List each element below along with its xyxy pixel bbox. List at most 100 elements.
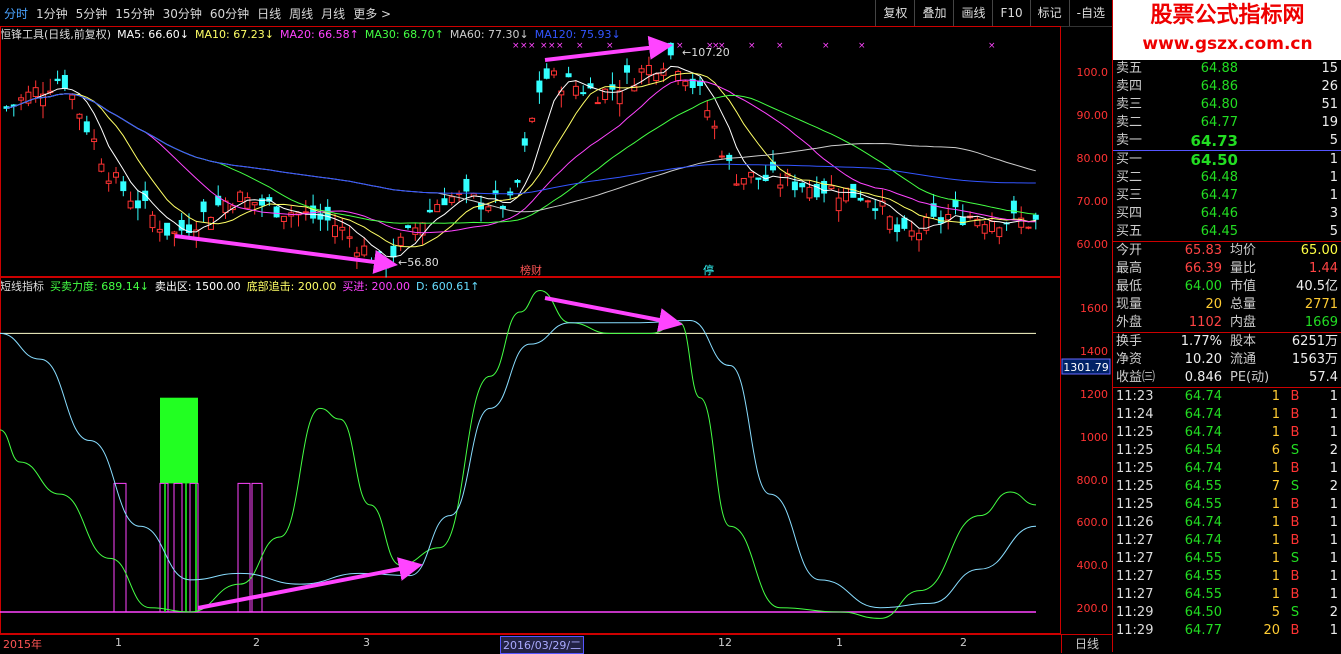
candle — [332, 225, 338, 238]
tick-volume: 1 — [1271, 587, 1280, 602]
period-tab-4[interactable]: 30分钟 — [159, 5, 206, 22]
x-marker: × — [718, 41, 726, 51]
tick-time: 11:23 — [1116, 389, 1154, 404]
tick-time: 11:25 — [1116, 443, 1154, 458]
tick-row[interactable]: 11:27 64.55 1 S 1 — [1113, 550, 1341, 568]
price-tick: 100.0 — [1077, 66, 1109, 79]
orderbook-row[interactable]: 卖三 64.80 51 — [1113, 96, 1341, 114]
toolbar-button-0[interactable]: 复权 — [875, 0, 914, 26]
candle — [791, 181, 798, 191]
candle — [981, 224, 988, 234]
candle — [828, 185, 835, 190]
period-tab-6[interactable]: 日线 — [253, 5, 285, 22]
candle — [733, 183, 740, 186]
period-toolbar: 分时 1分钟 5分钟 15分钟 30分钟 60分钟 日线 周线 月线 更多 > 复权 叠加 画线 F10 标… — [0, 0, 1112, 27]
orderbook-row[interactable]: 买三 64.47 1 — [1113, 187, 1341, 205]
cursor-value: 1301.79 — [1063, 361, 1109, 374]
date-tick-3: 12 — [718, 636, 732, 649]
tick-side: S — [1290, 551, 1300, 566]
period-tab-5[interactable]: 60分钟 — [206, 5, 253, 22]
candle — [346, 236, 353, 239]
tick-row[interactable]: 11:23 64.74 1 B 1 — [1113, 388, 1341, 406]
candle — [485, 206, 492, 212]
tick-row[interactable]: 11:25 64.54 6 S 2 — [1113, 442, 1341, 460]
candle — [777, 184, 784, 189]
tick-row[interactable]: 11:27 64.55 1 B 1 — [1113, 568, 1341, 586]
tick-row[interactable]: 11:24 64.74 1 B 1 — [1113, 406, 1341, 424]
tick-volume: 7 — [1271, 479, 1280, 494]
tick-row[interactable]: 11:27 64.74 1 B 1 — [1113, 532, 1341, 550]
quote-value: 1669 — [1304, 315, 1338, 330]
candle — [959, 216, 966, 226]
orderbook-row[interactable]: 买四 64.46 3 — [1113, 205, 1341, 223]
day-period-button[interactable]: 日线 — [1061, 635, 1112, 653]
period-tab-9[interactable]: 更多 > — [349, 5, 395, 22]
site-logo: 股票公式指标网 www.gszx.com.cn — [1113, 0, 1341, 60]
candle — [397, 236, 404, 247]
indicator-layer — [0, 290, 1037, 619]
period-tab-2[interactable]: 5分钟 — [72, 5, 112, 22]
quote-value: 1.44 — [1309, 261, 1338, 276]
toolbar-button-5[interactable]: -自选 — [1068, 0, 1112, 26]
toolbar-button-2[interactable]: 画线 — [953, 0, 992, 26]
quote-panel: 股票公式指标网 www.gszx.com.cn 卖五 64.88 15 卖四 64.86… — [1112, 0, 1341, 652]
tick-row[interactable]: 11:29 64.77 20 B 1 — [1113, 622, 1341, 640]
candle — [259, 198, 265, 206]
orderbook-row[interactable]: 买五 64.45 5 — [1113, 223, 1341, 241]
quote-key: 总量 — [1230, 297, 1257, 312]
tick-list[interactable]: 11:23 64.74 1 B 1 11:24 64.74 1 B 1 11:25 64.74 1 B 1 1… — [1113, 388, 1341, 640]
tick-volume: 1 — [1271, 551, 1280, 566]
candle — [675, 71, 682, 82]
kline-chart[interactable]: ←107.20←56.80榜财 停× × × × × × × × × ××× × × × × × 100.09… — [0, 26, 1112, 634]
period-tab-3[interactable]: 15分钟 — [111, 5, 158, 22]
orderbook-row[interactable]: 卖一 64.73 5 — [1113, 132, 1341, 151]
order-label: 卖五 — [1116, 61, 1143, 76]
candle — [54, 78, 61, 82]
order-volume: 3 — [1329, 206, 1338, 221]
tick-row[interactable]: 11:26 64.74 1 B 1 — [1113, 514, 1341, 532]
quote-row: 收益㈢ 0.846 PE(动) 57.4 — [1113, 369, 1341, 387]
buy-signal-bar — [189, 482, 199, 612]
orderbook-row[interactable]: 卖四 64.86 26 — [1113, 78, 1341, 96]
quote-key: 流通 — [1230, 352, 1257, 367]
tick-price: 64.74 — [1184, 389, 1222, 404]
low-price-label: ←56.80 — [398, 256, 439, 269]
indicator-tick: 1600 — [1080, 302, 1108, 315]
tick-time: 11:25 — [1116, 461, 1154, 476]
candle — [551, 70, 557, 76]
quote-key: 内盘 — [1230, 315, 1257, 330]
toolbar-button-3[interactable]: F10 — [992, 0, 1029, 26]
tick-volume: 1 — [1271, 569, 1280, 584]
toolbar-button-4[interactable]: 标记 — [1029, 0, 1069, 26]
tick-row[interactable]: 11:25 64.55 7 S 2 — [1113, 478, 1341, 496]
tick-row[interactable]: 11:25 64.74 1 B 1 — [1113, 424, 1341, 442]
tick-volume: 1 — [1271, 533, 1280, 548]
period-tab-8[interactable]: 月线 — [317, 5, 349, 22]
candle — [748, 171, 755, 178]
x-marker: × — [988, 41, 996, 51]
candle — [390, 245, 397, 258]
period-tab-1[interactable]: 1分钟 — [32, 5, 72, 22]
toolbar-button-1[interactable]: 叠加 — [914, 0, 953, 26]
tick-price: 64.74 — [1184, 407, 1222, 422]
candle — [83, 121, 90, 133]
candle — [945, 213, 952, 221]
tick-row[interactable]: 11:27 64.55 1 B 1 — [1113, 586, 1341, 604]
candle — [134, 200, 141, 209]
quote-row: 净资 10.20 流通 1563万 — [1113, 351, 1341, 369]
tick-count: 2 — [1329, 479, 1338, 494]
orderbook-row[interactable]: 买二 64.48 1 — [1113, 169, 1341, 187]
quote-row: 最低 64.00 市值 40.5亿 — [1113, 278, 1341, 296]
period-tab-0[interactable]: 分时 — [0, 5, 32, 22]
candle — [872, 208, 879, 211]
orderbook-row[interactable]: 买一 64.50 1 — [1113, 151, 1341, 169]
tick-row[interactable]: 11:29 64.50 5 S 2 — [1113, 604, 1341, 622]
tick-row[interactable]: 11:25 64.55 1 B 1 — [1113, 496, 1341, 514]
order-price: 64.50 — [1190, 151, 1238, 169]
candle — [857, 197, 864, 201]
period-tab-7[interactable]: 周线 — [285, 5, 317, 22]
orderbook-row[interactable]: 卖五 64.88 15 — [1113, 60, 1341, 78]
tick-row[interactable]: 11:25 64.74 1 B 1 — [1113, 460, 1341, 478]
orderbook-row[interactable]: 卖二 64.77 19 — [1113, 114, 1341, 132]
ma20-line — [6, 79, 1036, 234]
